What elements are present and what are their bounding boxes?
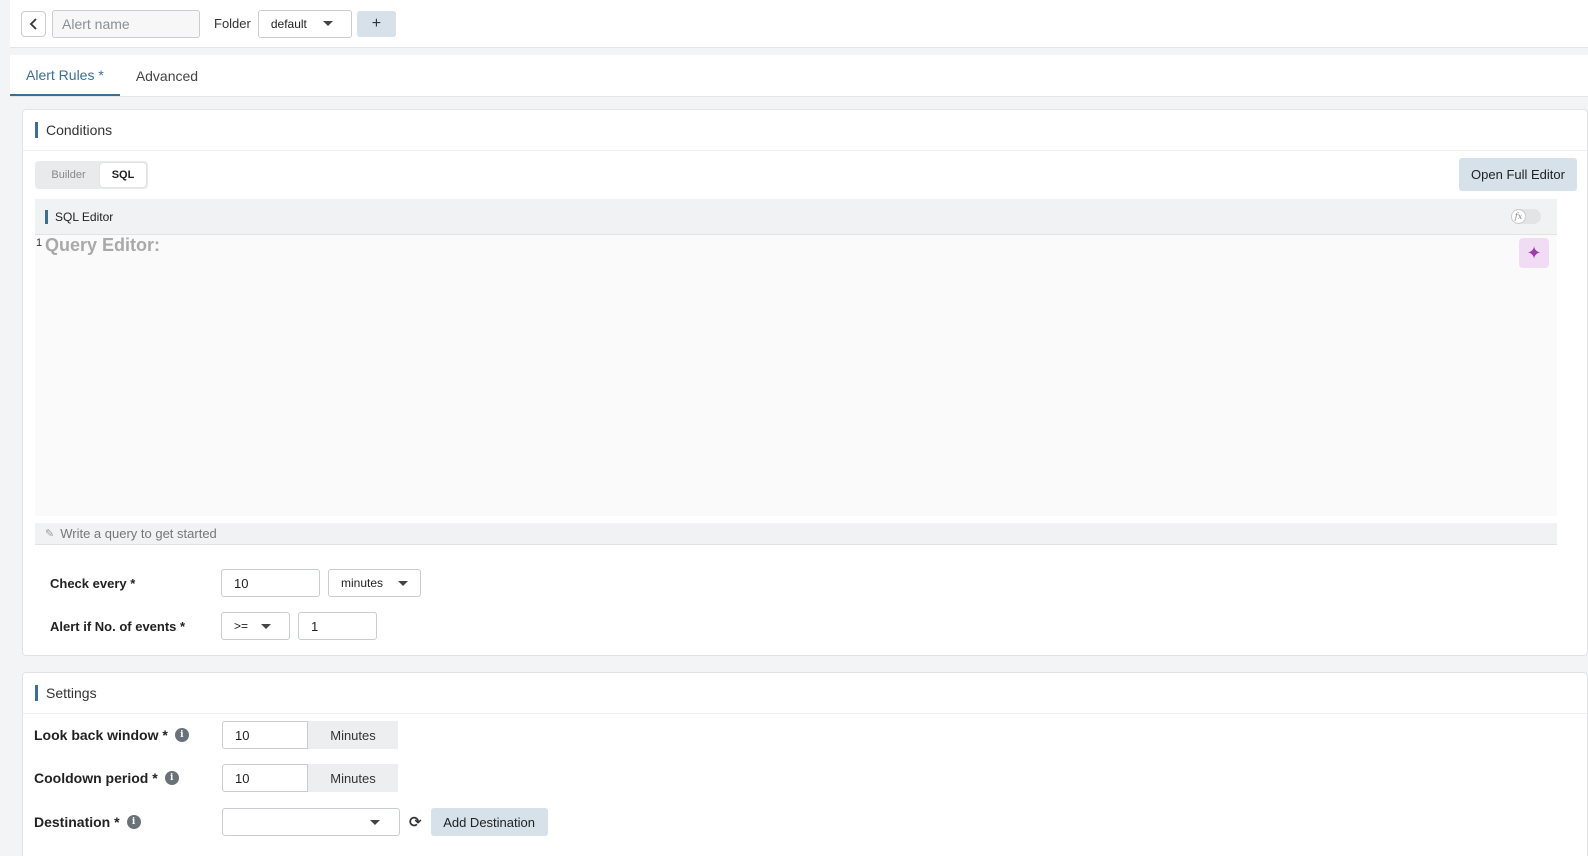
check-every-label: Check every * [50, 575, 136, 591]
ai-sparkle-icon[interactable]: ✦ [1519, 238, 1549, 268]
line-number: 1 [36, 237, 43, 249]
look-back-input[interactable]: 10 [222, 721, 308, 749]
check-every-input[interactable]: 10 [221, 569, 320, 597]
query-editor-placeholder: Query Editor: [45, 235, 161, 255]
caret-down-icon [370, 819, 380, 825]
caret-down-icon [398, 580, 408, 586]
back-button[interactable] [21, 10, 46, 37]
alert-if-row: Alert if No. of events * >= 1 [50, 612, 377, 640]
cooldown-label-group: Cooldown period * i [34, 770, 222, 786]
cooldown-label: Cooldown period * [34, 770, 158, 786]
check-every-row: Check every * 10 minutes [50, 569, 421, 597]
conditions-title: Conditions [46, 122, 113, 138]
look-back-label-group: Look back window * i [34, 727, 222, 743]
caret-down-icon [261, 623, 271, 629]
section-accent-bar [35, 685, 38, 701]
alert-if-label: Alert if No. of events * [50, 618, 186, 634]
operator-value: >= [234, 619, 249, 633]
top-toolbar: Folder default + [10, 0, 1588, 48]
conditions-card: Conditions Builder SQL Open Full Editor … [22, 109, 1588, 656]
query-mode-toggle: Builder SQL [35, 161, 148, 189]
settings-card: Settings Look back window * i 10 Minutes… [22, 672, 1588, 856]
folder-select[interactable]: default [257, 9, 352, 38]
folder-select-value: default [270, 16, 307, 31]
look-back-field: 10 Minutes [222, 721, 398, 749]
section-accent-bar [35, 122, 38, 138]
pencil-icon: ✎ [45, 528, 55, 540]
settings-title: Settings [46, 685, 97, 701]
caret-down-icon [322, 21, 333, 26]
editor-footer: ✎ Write a query to get started [35, 523, 1557, 545]
threshold-input[interactable]: 1 [298, 612, 377, 640]
tab-alert-rules[interactable]: Alert Rules * [10, 55, 120, 96]
look-back-unit: Minutes [308, 721, 398, 749]
cooldown-field: 10 Minutes [222, 764, 398, 792]
tab-bar: Alert Rules * Advanced [10, 55, 1588, 97]
add-destination-button[interactable]: Add Destination [430, 808, 548, 836]
destination-row: Destination * i ⟳ Add Destination [34, 808, 548, 836]
cooldown-unit: Minutes [308, 764, 398, 792]
builder-mode-button[interactable]: Builder [37, 163, 100, 187]
refresh-icon[interactable]: ⟳ [409, 813, 422, 831]
sql-editor-title: SQL Editor [55, 209, 114, 224]
look-back-label: Look back window * [34, 727, 168, 743]
fx-toggle[interactable]: fx [1511, 209, 1541, 224]
look-back-row: Look back window * i 10 Minutes [34, 721, 398, 749]
settings-header: Settings [23, 673, 1587, 714]
open-full-editor-button[interactable]: Open Full Editor [1459, 158, 1577, 191]
destination-label: Destination * [34, 814, 120, 830]
check-every-unit-select[interactable]: minutes [328, 569, 421, 597]
info-icon[interactable]: i [164, 771, 179, 785]
info-icon[interactable]: i [174, 728, 189, 742]
sql-query-editor[interactable]: 1 Query Editor: ✦ [35, 235, 1557, 516]
add-folder-button[interactable]: + [356, 10, 396, 37]
section-accent-bar [45, 209, 48, 224]
cooldown-input[interactable]: 10 [222, 764, 308, 792]
sql-mode-button[interactable]: SQL [100, 163, 146, 187]
alert-name-input[interactable] [52, 9, 200, 38]
fx-icon: fx [1511, 209, 1526, 224]
destination-select[interactable] [222, 808, 400, 836]
conditions-header: Conditions [23, 110, 1587, 151]
info-icon[interactable]: i [126, 815, 141, 829]
editor-footer-hint: Write a query to get started [60, 526, 217, 541]
tab-advanced[interactable]: Advanced [120, 55, 214, 96]
cooldown-row: Cooldown period * i 10 Minutes [34, 764, 398, 792]
operator-select[interactable]: >= [221, 612, 290, 640]
sql-editor-header: SQL Editor fx [35, 199, 1557, 235]
destination-label-group: Destination * i [34, 814, 222, 830]
check-every-unit-value: minutes [341, 576, 384, 590]
chevron-left-icon [29, 17, 37, 30]
folder-label: Folder [214, 16, 251, 31]
